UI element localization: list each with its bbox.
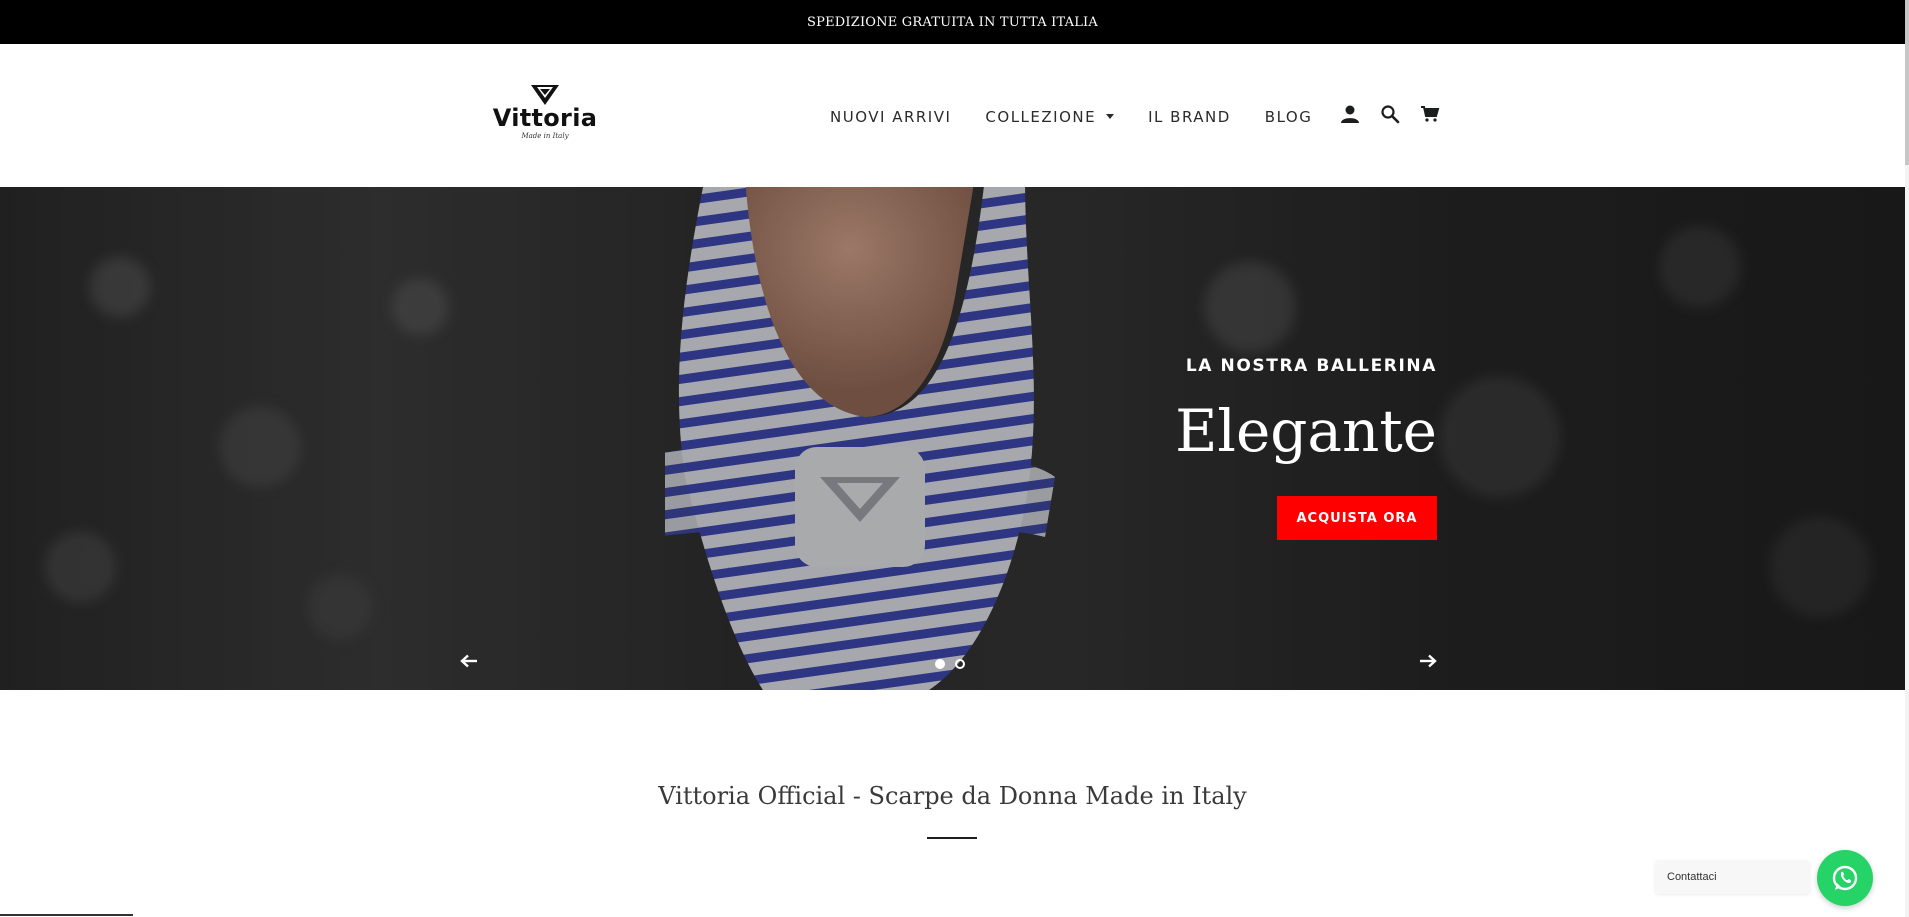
site-header: Vittoria Made in Italy NUOVI ARRIVI COLL… [0,44,1905,187]
hero-subtitle: LA NOSTRA BALLERINA [1185,356,1437,376]
hero-title: Elegante [1175,397,1437,465]
announcement-text: SPEDIZIONE GRATUITA IN TUTTA ITALIA [807,14,1098,30]
whatsapp-button[interactable] [1817,850,1873,906]
logo-tagline: Made in Italy [521,132,569,140]
nav-blog[interactable]: BLOG [1265,108,1313,126]
section-divider [927,837,977,839]
logo-mark-icon [531,85,559,105]
brand-logo[interactable]: Vittoria Made in Italy [492,84,598,148]
hero-overlay [0,187,1905,690]
slide-dots [935,659,975,669]
nav-collezione[interactable]: COLLEZIONE [985,108,1115,126]
whatsapp-icon [1832,865,1858,891]
shop-now-button[interactable]: ACQUISTA ORA [1277,496,1437,540]
whatsapp-contact-label[interactable]: Contattaci [1655,860,1810,894]
search-icon[interactable] [1378,102,1402,126]
main-nav: NUOVI ARRIVI COLLEZIONE IL BRAND BLOG [830,108,1346,126]
page-scrollbar[interactable] [1905,0,1909,917]
slide-dot-2[interactable] [955,659,965,669]
arrow-left-icon[interactable] [460,654,478,668]
bottom-divider [0,914,133,916]
nav-collezione-label: COLLEZIONE [985,108,1097,126]
header-icons [1338,102,1458,126]
caret-down-icon [1106,113,1115,119]
logo-wordmark: Vittoria [492,104,598,132]
announcement-bar: SPEDIZIONE GRATUITA IN TUTTA ITALIA [0,0,1905,44]
cart-icon[interactable] [1418,102,1442,126]
scrollbar-thumb[interactable] [1905,0,1909,165]
account-icon[interactable] [1338,102,1362,126]
slide-dot-1[interactable] [935,659,945,669]
arrow-right-icon[interactable] [1419,654,1437,668]
nav-nuovi-arrivi[interactable]: NUOVI ARRIVI [830,108,951,126]
hero-slideshow: LA NOSTRA BALLERINA Elegante ACQUISTA OR… [0,187,1905,690]
section-title: Vittoria Official - Scarpe da Donna Made… [658,782,1247,810]
nav-il-brand[interactable]: IL BRAND [1148,108,1231,126]
